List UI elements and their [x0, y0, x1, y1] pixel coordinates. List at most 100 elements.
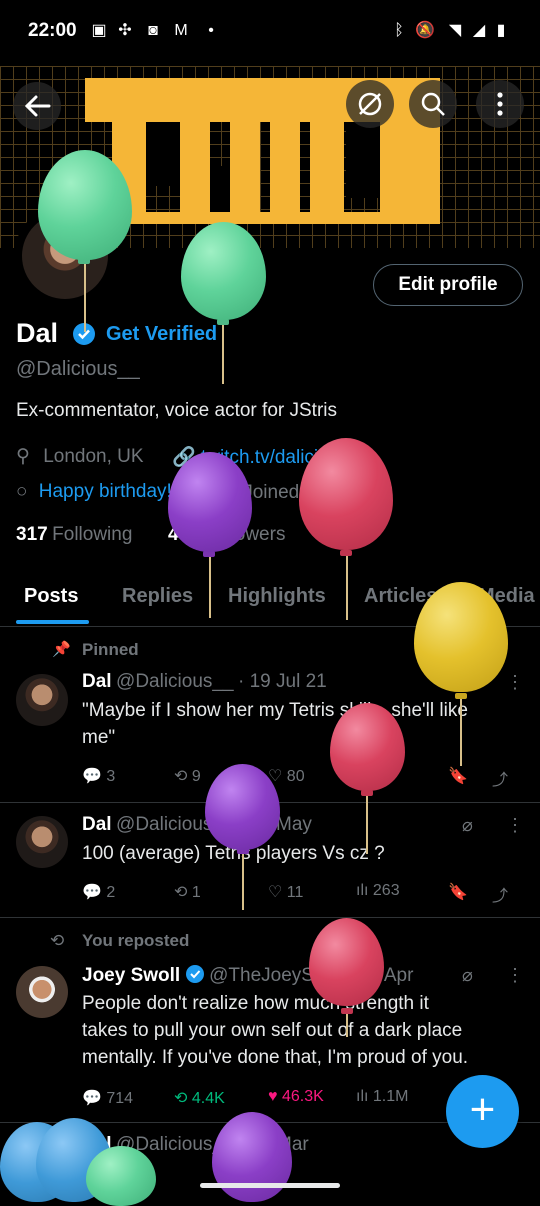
notification-app-icon: ▣: [91, 22, 107, 39]
repost-count: 1: [191, 884, 201, 901]
more-options-button[interactable]: [476, 80, 524, 128]
search-button[interactable]: [409, 80, 457, 128]
balloon-string: [346, 1013, 348, 1037]
like-button[interactable]: ♡ 80: [268, 766, 305, 786]
edit-profile-button[interactable]: Edit profile: [373, 264, 523, 306]
reply-button[interactable]: 💬 3: [82, 766, 115, 786]
post-more-icon[interactable]: ⋮: [506, 815, 524, 836]
repost-button[interactable]: ⟲ 4.4K: [174, 1088, 225, 1108]
post-author[interactable]: Dal: [82, 814, 112, 835]
views-button[interactable]: ılı 263: [356, 882, 400, 900]
share-button[interactable]: ⤴: [492, 766, 508, 790]
balloon-knot: [340, 550, 352, 556]
balloon-string: [209, 556, 211, 618]
post-date: · 19 Jul 21: [238, 671, 327, 692]
status-bar: 22:00 ▣ ✣ ◙ M • ᛒ 🔕 ◥ ◢ ▮: [0, 0, 540, 66]
tab-replies[interactable]: Replies: [122, 585, 193, 608]
post-author[interactable]: Joey Swoll: [82, 965, 180, 986]
birthday-row: ○ Happy birthday!: [16, 481, 172, 503]
following-count: 317: [16, 524, 48, 545]
views-icon: ılı: [356, 882, 369, 899]
profile-handle: @Dalicious__: [16, 358, 140, 380]
red-balloon: [309, 918, 384, 1006]
heart-icon: ♡: [268, 884, 283, 901]
bookmark-button[interactable]: 🔖: [448, 882, 468, 902]
post-text-line: me": [82, 727, 116, 748]
reply-icon: 💬: [82, 768, 102, 785]
share-icon: ⤴: [492, 888, 509, 905]
reply-icon: 💬: [82, 1090, 102, 1107]
balloon-string: [460, 698, 462, 766]
share-icon: ⤴: [492, 772, 509, 789]
reply-button[interactable]: 💬 714: [82, 1088, 133, 1108]
like-count: 80: [286, 768, 305, 785]
bookmark-button[interactable]: 🔖: [448, 766, 468, 786]
grok-post-icon[interactable]: ⌀: [462, 965, 473, 986]
repost-icon: ⟲: [174, 884, 188, 901]
post-text-line: People don't realize how much strength i…: [82, 993, 429, 1014]
balloon-small-icon: ○: [16, 481, 28, 502]
grok-icon-button[interactable]: [346, 80, 394, 128]
balloon-knot: [455, 693, 467, 699]
views-count: 1.1M: [372, 1088, 409, 1105]
reply-count: 3: [106, 768, 116, 785]
compose-post-button[interactable]: +: [446, 1075, 519, 1148]
grok-post-icon[interactable]: ⌀: [462, 815, 473, 836]
like-count: 11: [286, 884, 304, 901]
share-button[interactable]: ⤴: [492, 882, 508, 906]
tab-highlights[interactable]: Highlights: [228, 585, 326, 608]
wifi-icon: ◥: [448, 22, 462, 39]
profile-name: Dal: [16, 318, 59, 348]
views-button[interactable]: ılı 1.1M: [356, 1088, 408, 1106]
post-avatar[interactable]: [16, 674, 68, 726]
verified-badge-icon: [185, 964, 205, 984]
like-button[interactable]: ♡ 11: [268, 882, 303, 902]
pin-icon: 📌: [52, 641, 71, 658]
views-icon: ılı: [356, 1088, 369, 1105]
signal-icon: ◢: [472, 22, 486, 39]
home-indicator[interactable]: [200, 1183, 340, 1188]
post-divider: [0, 917, 540, 918]
reply-button[interactable]: 💬 2: [82, 882, 115, 902]
purple-balloon: [212, 1112, 292, 1202]
red-balloon: [330, 703, 405, 791]
repost-button[interactable]: ⟲ 9: [174, 766, 201, 786]
balloon-string: [346, 556, 348, 620]
following-label: Following: [52, 524, 133, 545]
heart-filled-icon: ♥: [268, 1088, 278, 1105]
post-avatar[interactable]: [16, 966, 68, 1018]
post-more-icon[interactable]: ⋮: [506, 965, 524, 986]
tab-posts[interactable]: Posts: [24, 585, 78, 608]
balloon-string: [222, 324, 224, 384]
views-count: 263: [372, 882, 400, 899]
post-text-line: takes to pull your own self out of a dar…: [82, 1020, 463, 1041]
reply-icon: 💬: [82, 884, 102, 901]
like-count: 46.3K: [281, 1088, 324, 1105]
bluetooth-icon: ᛒ: [394, 22, 404, 39]
birthday-text: Happy birthday!: [38, 481, 172, 502]
repost-count: 9: [191, 768, 201, 785]
post-author[interactable]: Dal: [82, 671, 112, 692]
post-header: Dal @Dalicious__ · 19 Jul 21: [82, 671, 327, 693]
reposted-label: You reposted: [82, 931, 190, 950]
reply-count: 2: [106, 884, 116, 901]
reply-count: 714: [106, 1090, 134, 1107]
bookmark-icon: 🔖: [448, 884, 468, 901]
get-verified-link[interactable]: Get Verified: [106, 323, 217, 346]
gmail-icon: M: [174, 22, 188, 39]
more-notifications-dot-icon: •: [208, 22, 214, 39]
post-text-line: mentally. If you've done that, I'm proud…: [82, 1047, 469, 1068]
like-button[interactable]: ♥ 46.3K: [268, 1088, 324, 1106]
repost-count: 4.4K: [191, 1090, 225, 1107]
balloon-string: [366, 794, 368, 854]
mute-icon: 🔕: [415, 22, 435, 39]
post-more-icon[interactable]: ⋮: [506, 672, 524, 693]
repost-button[interactable]: ⟲ 1: [174, 882, 201, 902]
following-link[interactable]: 317 Following: [16, 524, 132, 546]
post-avatar[interactable]: [16, 816, 68, 868]
ok-app-icon: ◙: [148, 22, 158, 39]
location-pin-icon: ⚲: [16, 446, 30, 467]
red-balloon: [299, 438, 393, 550]
back-button[interactable]: [13, 82, 61, 130]
reposted-icon: ⟲: [50, 931, 65, 950]
